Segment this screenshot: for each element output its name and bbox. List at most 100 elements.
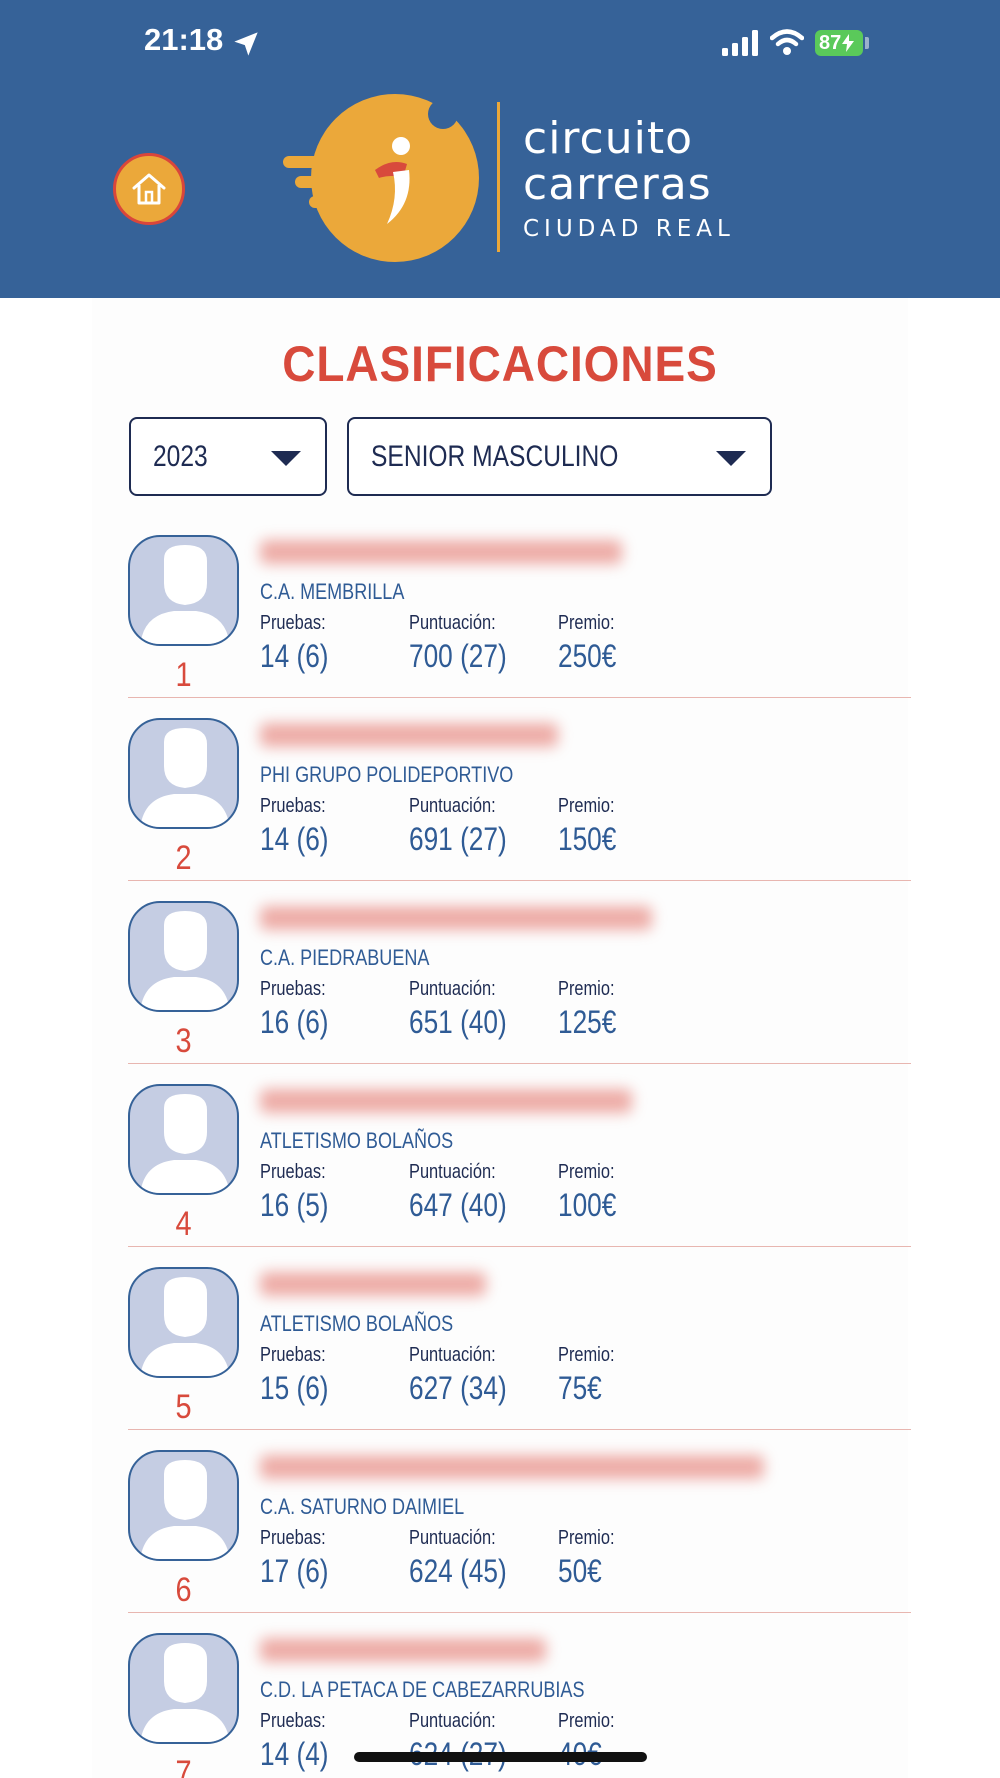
user-silhouette-icon [140,1460,230,1559]
pruebas-label: Pruebas: [260,1344,326,1366]
puntuacion-label: Puntuación: [409,1161,496,1183]
premio-label: Premio: [558,612,615,634]
premio-value: 250€ [558,638,617,674]
puntuacion-value: 647 (40) [409,1187,507,1223]
pruebas-label: Pruebas: [260,978,326,1000]
premio-label: Premio: [558,1710,615,1732]
avatar [128,1633,239,1744]
user-silhouette-icon [140,728,230,827]
page-title: CLASIFICACIONES [282,336,718,392]
runner-name-redacted [260,1455,764,1479]
premio-label: Premio: [558,1344,615,1366]
rank-number: 3 [175,1022,192,1060]
runner-name-redacted [260,906,652,930]
battery-tip [865,37,869,49]
home-icon [132,173,166,205]
runner-name-redacted [260,540,622,564]
pruebas-value: 17 (6) [260,1553,329,1589]
avatar [128,535,239,646]
battery-charging-icon: 87 [815,30,863,56]
premio-label: Premio: [558,1161,615,1183]
logo-wordmark: circuito carreras CIUDAD REAL [523,113,735,243]
user-silhouette-icon [140,1094,230,1193]
avatar [128,718,239,829]
home-indicator[interactable] [354,1752,647,1762]
wifi-icon [770,29,804,55]
pruebas-value: 14 (6) [260,638,329,674]
battery-level: 87 [819,31,842,54]
pruebas-value: 16 (6) [260,1004,329,1040]
user-silhouette-icon [140,545,230,644]
pruebas-label: Pruebas: [260,795,326,817]
runner-name-redacted [260,1272,486,1296]
rank-number: 5 [175,1388,192,1426]
puntuacion-value: 627 (34) [409,1370,507,1406]
club-name: C.D. LA PETACA DE CABEZARRUBIAS [260,1677,585,1702]
pruebas-value: 16 (5) [260,1187,329,1223]
year-select-value: 2023 [153,439,208,473]
pruebas-value: 14 (4) [260,1736,329,1772]
avatar [128,1267,239,1378]
avatar [128,1084,239,1195]
puntuacion-value: 651 (40) [409,1004,507,1040]
premio-value: 75€ [558,1370,602,1406]
premio-label: Premio: [558,978,615,1000]
status-time: 21:18 [144,22,224,57]
club-name: ATLETISMO BOLAÑOS [260,1128,454,1153]
runner-logo-icon [283,94,479,262]
list-item[interactable]: 1 C.A. MEMBRILLA Pruebas: Puntuación: Premio… [128,532,911,715]
home-button[interactable] [113,153,185,225]
logo-line1: circuito [523,113,694,164]
premio-value: 100€ [558,1187,617,1223]
rank-number: 7 [175,1754,192,1778]
pruebas-value: 14 (6) [260,821,329,857]
rank-number: 6 [175,1571,192,1609]
avatar [128,901,239,1012]
puntuacion-label: Puntuación: [409,1344,496,1366]
pruebas-label: Pruebas: [260,1161,326,1183]
category-select[interactable]: SENIOR MASCULINO [347,417,772,496]
club-name: ATLETISMO BOLAÑOS [260,1311,454,1336]
runner-name-redacted [260,723,558,747]
rank-number: 1 [175,656,192,694]
puntuacion-label: Puntuación: [409,1527,496,1549]
runner-name-redacted [260,1638,546,1662]
chevron-down-icon [716,451,746,466]
user-silhouette-icon [140,911,230,1010]
list-item[interactable]: 3 C.A. PIEDRABUENA Pruebas: Puntuación: Prem… [128,898,911,1081]
premio-label: Premio: [558,795,615,817]
club-name: C.A. PIEDRABUENA [260,945,430,970]
pruebas-label: Pruebas: [260,1527,326,1549]
puntuacion-value: 624 (45) [409,1553,507,1589]
pruebas-value: 15 (6) [260,1370,329,1406]
list-item[interactable]: 2 PHI GRUPO POLIDEPORTIVO Pruebas: Puntuaci… [128,715,911,898]
list-item[interactable]: 4 ATLETISMO BOLAÑOS Pruebas: Puntuación: Pre… [128,1081,911,1264]
chevron-down-icon [271,451,301,466]
puntuacion-label: Puntuación: [409,1710,496,1732]
pruebas-label: Pruebas: [260,612,326,634]
puntuacion-value: 700 (27) [409,638,507,674]
rank-number: 4 [175,1205,192,1243]
logo-line2: carreras [523,159,712,210]
user-silhouette-icon [140,1643,230,1742]
location-arrow-icon [234,32,258,56]
club-name: C.A. SATURNO DAIMIEL [260,1494,465,1519]
club-name: C.A. MEMBRILLA [260,579,405,604]
premio-label: Premio: [558,1527,615,1549]
club-name: PHI GRUPO POLIDEPORTIVO [260,762,514,787]
list-item[interactable]: 6 C.A. SATURNO DAIMIEL Pruebas: Puntuación:… [128,1447,911,1630]
premio-value: 150€ [558,821,617,857]
list-item[interactable]: 5 ATLETISMO BOLAÑOS Pruebas: Puntuación: Pre… [128,1264,911,1447]
pruebas-label: Pruebas: [260,1710,326,1732]
ranking-list: 1 C.A. MEMBRILLA Pruebas: Puntuación: Premio… [128,532,911,1778]
premio-value: 125€ [558,1004,617,1040]
category-select-value: SENIOR MASCULINO [371,439,619,473]
puntuacion-label: Puntuación: [409,795,496,817]
rank-number: 2 [175,839,192,877]
avatar [128,1450,239,1561]
puntuacion-value: 691 (27) [409,821,507,857]
logo-divider [497,102,500,252]
logo-line3: CIUDAD REAL [523,216,735,242]
puntuacion-label: Puntuación: [409,978,496,1000]
year-select[interactable]: 2023 [129,417,327,496]
